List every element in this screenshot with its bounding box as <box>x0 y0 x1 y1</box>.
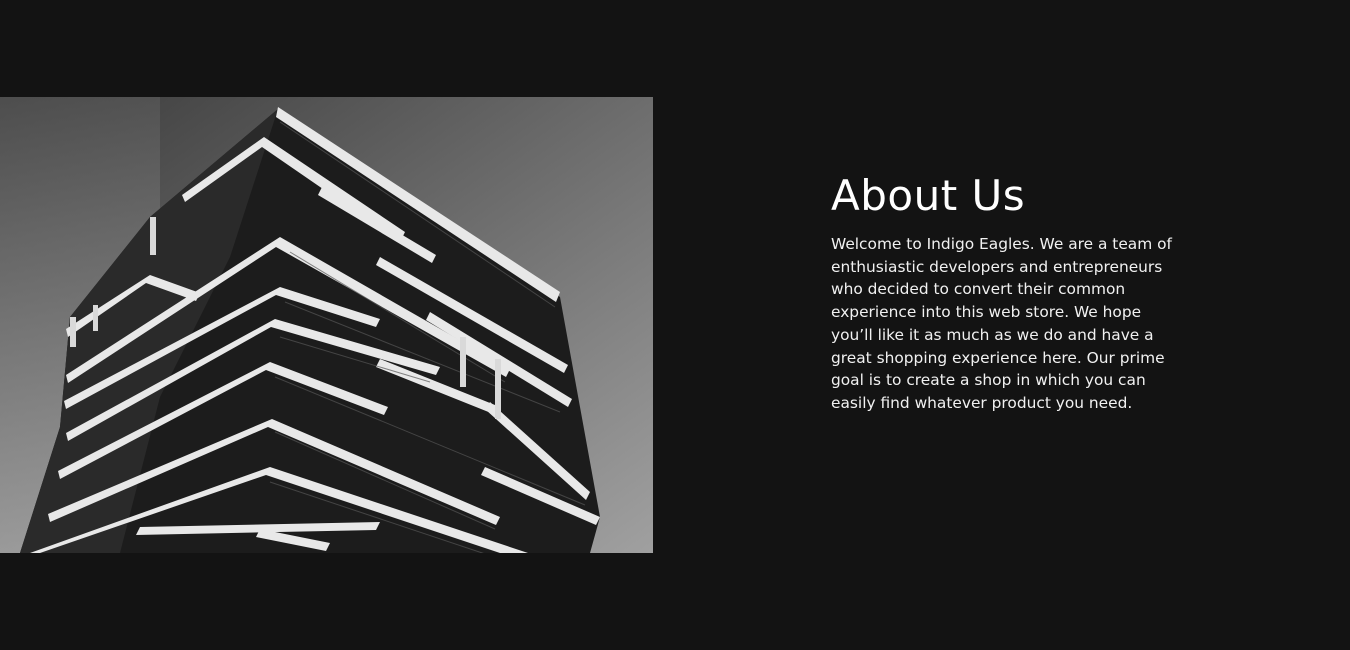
building-photo <box>0 97 653 553</box>
about-body: Welcome to Indigo Eagles. We are a team … <box>831 235 1172 412</box>
about-section: About Us Welcome to Indigo Eagles. We ar… <box>831 170 1181 415</box>
about-title: About Us <box>831 171 1026 220</box>
